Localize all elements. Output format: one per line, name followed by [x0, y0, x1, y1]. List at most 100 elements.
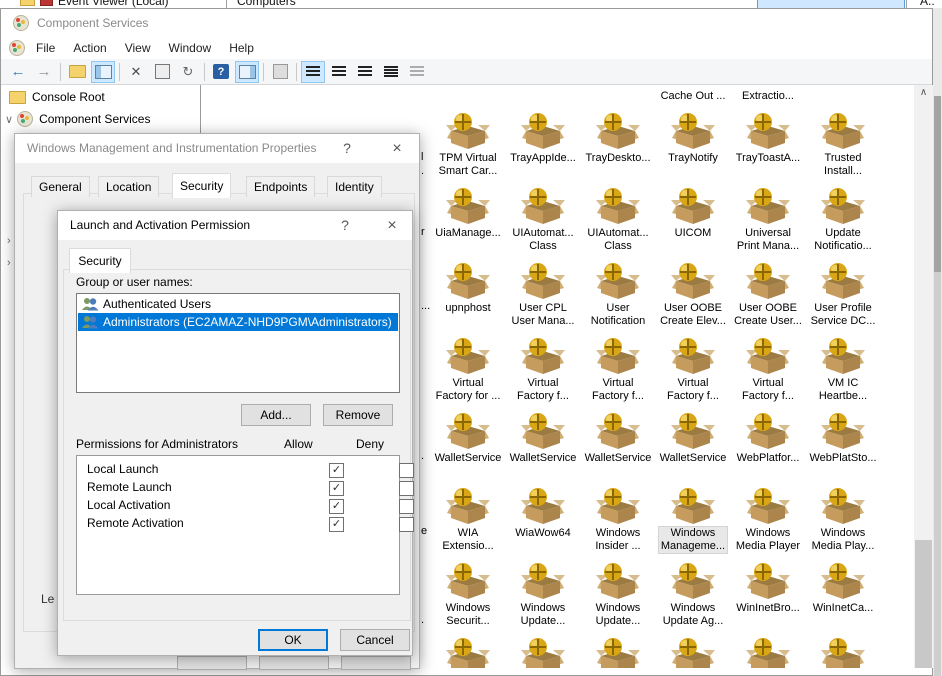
- view-custom-button[interactable]: [405, 61, 429, 83]
- export-list-button[interactable]: [268, 61, 292, 83]
- dcom-item[interactable]: TrayDeskto...: [579, 112, 657, 165]
- delete-button[interactable]: ✕: [124, 61, 148, 83]
- help-icon[interactable]: ?: [333, 217, 357, 233]
- dcom-item[interactable]: User OOBECreate Elev...: [654, 262, 732, 328]
- dcom-item[interactable]: [579, 637, 657, 668]
- forward-button[interactable]: →: [32, 61, 56, 83]
- dcom-item[interactable]: WindowsUpdate...: [504, 562, 582, 628]
- dcom-item[interactable]: UserNotification: [579, 262, 657, 328]
- show-action-pane-button[interactable]: [235, 61, 259, 83]
- tree-item-console-root[interactable]: Console Root: [9, 90, 105, 104]
- scrollbar-thumb[interactable]: [915, 540, 932, 668]
- dcom-item[interactable]: WindowsMedia Player: [729, 487, 807, 553]
- allow-checkbox[interactable]: ✓: [329, 517, 344, 532]
- dcom-item[interactable]: UiaManage...: [429, 187, 507, 240]
- allow-checkbox[interactable]: ✓: [329, 463, 344, 478]
- dcom-item[interactable]: WindowsSecurit...: [429, 562, 507, 628]
- tree-item-component-services[interactable]: ∨ Component Services: [5, 111, 150, 127]
- group-user-list[interactable]: Authenticated UsersAdministrators (EC2AM…: [76, 293, 400, 393]
- user-list-item[interactable]: Administrators (EC2AMAZ-NHD9PGM\Administ…: [78, 313, 398, 331]
- dcom-item[interactable]: WalletService: [654, 412, 732, 465]
- menu-action[interactable]: Action: [64, 39, 115, 57]
- help-icon[interactable]: ?: [335, 140, 359, 156]
- tab-identity[interactable]: Identity: [327, 176, 382, 197]
- dcom-item[interactable]: VM ICHeartbe...: [804, 337, 882, 403]
- up-one-level-button[interactable]: [65, 61, 89, 83]
- dcom-item[interactable]: WinInetCa...: [804, 562, 882, 615]
- dcom-item[interactable]: TrayAppIde...: [504, 112, 582, 165]
- deny-checkbox[interactable]: [399, 499, 414, 514]
- close-icon[interactable]: ×: [385, 140, 409, 158]
- deny-checkbox[interactable]: [399, 517, 414, 532]
- dialog-titlebar[interactable]: Windows Management and Instrumentation P…: [15, 134, 419, 163]
- chevron-expanded-icon[interactable]: ∨: [5, 113, 13, 126]
- dcom-item[interactable]: TPM VirtualSmart Car...: [429, 112, 507, 178]
- dcom-item[interactable]: User OOBECreate User...: [729, 262, 807, 328]
- scroll-up-arrow-icon[interactable]: ∧: [914, 87, 933, 98]
- dialog-titlebar[interactable]: Launch and Activation Permission ? ×: [58, 211, 412, 240]
- dcom-item[interactable]: VirtualFactory f...: [654, 337, 732, 403]
- dcom-item[interactable]: WindowsManageme...: [654, 487, 732, 553]
- refresh-button[interactable]: ↻: [176, 61, 200, 83]
- vertical-scrollbar[interactable]: ∧: [914, 85, 933, 668]
- menu-window[interactable]: Window: [160, 39, 221, 57]
- dcom-item[interactable]: UniversalPrint Mana...: [729, 187, 807, 253]
- dcom-item[interactable]: UIAutomat...Class: [579, 187, 657, 253]
- add-button[interactable]: Add...: [241, 404, 311, 426]
- dcom-item[interactable]: VirtualFactory f...: [579, 337, 657, 403]
- close-icon[interactable]: ×: [380, 217, 404, 235]
- dcom-item[interactable]: [504, 637, 582, 668]
- dcom-item[interactable]: WalletService: [504, 412, 582, 465]
- bg-column-header[interactable]: Computers: [237, 0, 296, 8]
- dcom-item[interactable]: VirtualFactory f...: [729, 337, 807, 403]
- system-menu-icon[interactable]: [9, 40, 25, 56]
- dcom-item[interactable]: UIAutomat...Class: [504, 187, 582, 253]
- apply-button-partial[interactable]: [341, 656, 411, 670]
- dcom-item[interactable]: WIAExtensio...: [429, 487, 507, 553]
- allow-checkbox[interactable]: ✓: [329, 481, 344, 496]
- learn-more-fragment[interactable]: Le: [41, 592, 54, 606]
- remove-button[interactable]: Remove: [323, 404, 393, 426]
- back-button[interactable]: ←: [6, 61, 30, 83]
- ok-button[interactable]: OK: [258, 629, 328, 651]
- allow-checkbox[interactable]: ✓: [329, 499, 344, 514]
- show-console-tree-button[interactable]: [91, 61, 115, 83]
- dcom-item[interactable]: TrayNotify: [654, 112, 732, 165]
- dcom-item[interactable]: VirtualFactory for ...: [429, 337, 507, 403]
- dcom-item[interactable]: UpdateNotificatio...: [804, 187, 882, 253]
- deny-checkbox[interactable]: [399, 463, 414, 478]
- dcom-item[interactable]: WiaWow64: [504, 487, 582, 540]
- tab-endpoints[interactable]: Endpoints: [246, 176, 315, 197]
- dcom-item[interactable]: WindowsMedia Play...: [804, 487, 882, 553]
- help-button[interactable]: ?: [209, 61, 233, 83]
- dcom-item[interactable]: [804, 637, 882, 668]
- dcom-item[interactable]: WinInetBro...: [729, 562, 807, 615]
- user-list-item[interactable]: Authenticated Users: [78, 295, 398, 313]
- bg-tree-item[interactable]: Event Viewer (Local): [58, 0, 169, 8]
- cancel-button-partial[interactable]: [259, 656, 329, 670]
- dcom-item[interactable]: WalletService: [579, 412, 657, 465]
- dcom-item[interactable]: VirtualFactory f...: [504, 337, 582, 403]
- dcom-item[interactable]: WindowsUpdate Ag...: [654, 562, 732, 628]
- dcom-item[interactable]: TrustedInstall...: [804, 112, 882, 178]
- dcom-item[interactable]: Extractio...: [729, 88, 807, 103]
- ok-button-partial[interactable]: [177, 656, 247, 670]
- view-details-button[interactable]: [379, 61, 403, 83]
- view-large-icons-button[interactable]: [301, 61, 325, 83]
- view-small-icons-button[interactable]: [327, 61, 351, 83]
- menu-file[interactable]: File: [27, 39, 64, 57]
- deny-checkbox[interactable]: [399, 481, 414, 496]
- dcom-item[interactable]: TrayToastA...: [729, 112, 807, 165]
- dcom-item[interactable]: WebPlatfor...: [729, 412, 807, 465]
- window-titlebar[interactable]: Component Services: [1, 9, 932, 37]
- dcom-item[interactable]: [729, 637, 807, 668]
- cancel-button[interactable]: Cancel: [340, 629, 410, 651]
- view-list-button[interactable]: [353, 61, 377, 83]
- dcom-item[interactable]: UICOM: [654, 187, 732, 240]
- tab-security[interactable]: Security: [172, 173, 231, 198]
- dcom-item[interactable]: [654, 637, 732, 668]
- dcom-item[interactable]: User ProfileService DC...: [804, 262, 882, 328]
- tab-location[interactable]: Location: [98, 176, 159, 197]
- dcom-item[interactable]: WebPlatSto...: [804, 412, 882, 465]
- dcom-item[interactable]: upnphost: [429, 262, 507, 315]
